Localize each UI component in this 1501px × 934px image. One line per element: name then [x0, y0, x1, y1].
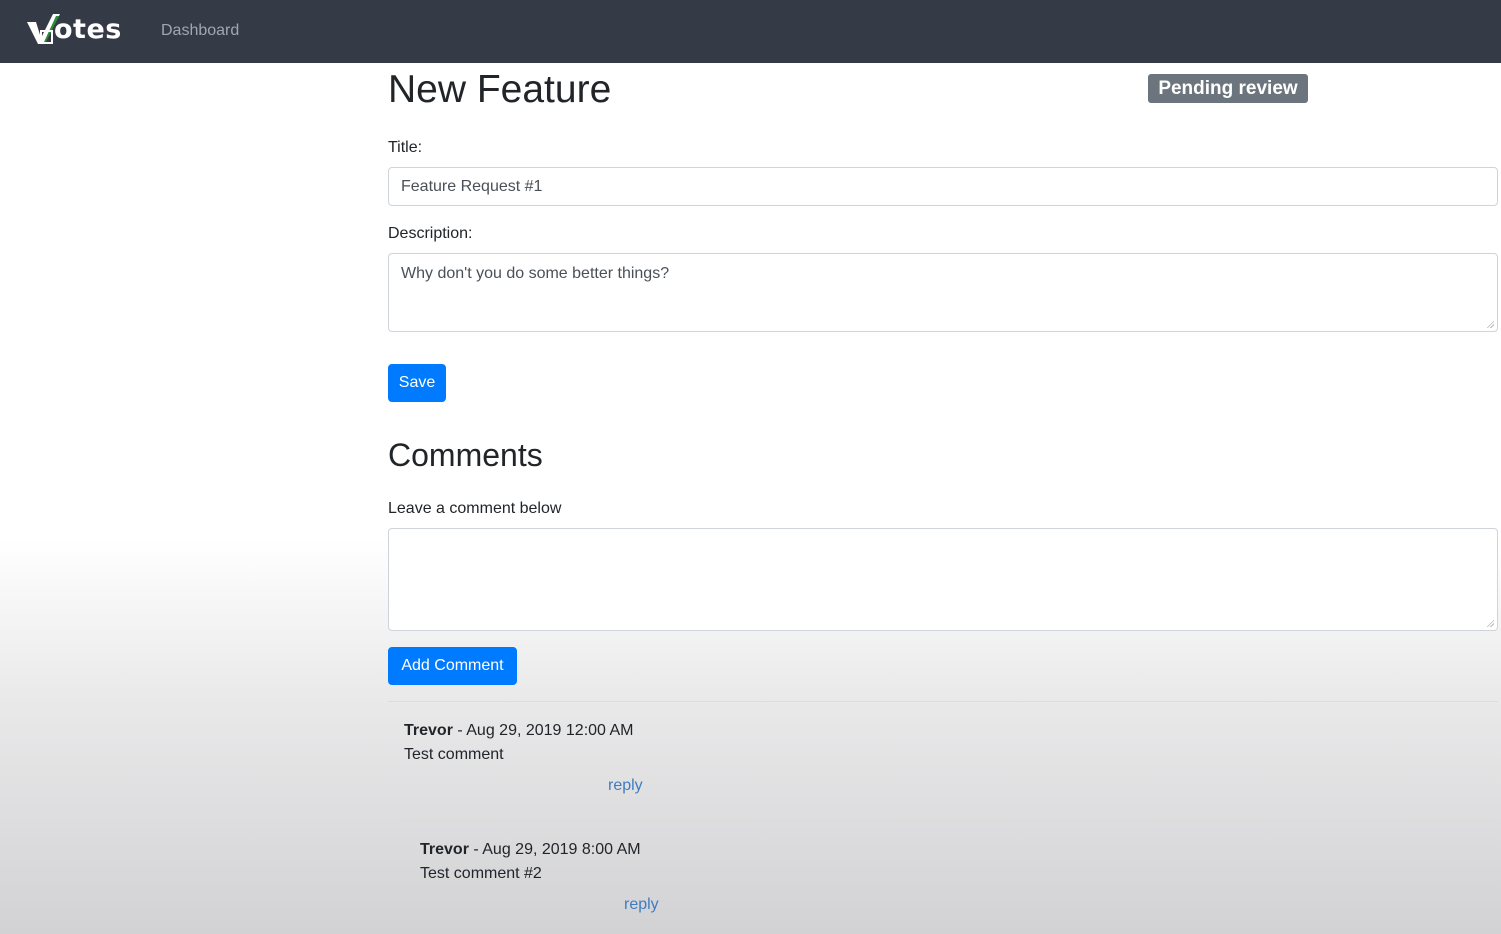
comment-header: Trevor - Aug 29, 2019 8:00 AM — [420, 841, 641, 859]
status-badge: Pending review — [1148, 74, 1308, 103]
comment-header: Trevor - Aug 29, 2019 12:00 AM — [404, 722, 634, 740]
title-label: Title: — [388, 139, 423, 156]
comment-author: Trevor — [420, 841, 469, 858]
page-title: New Feature — [388, 68, 612, 111]
brand-name: otes — [54, 14, 122, 45]
comments-heading: Comments — [388, 437, 543, 473]
brand-logo[interactable]: otes — [26, 10, 126, 50]
save-button[interactable]: Save — [388, 364, 446, 402]
divider — [388, 701, 1498, 702]
comment-prompt-label: Leave a comment below — [388, 500, 562, 517]
comment-text: Test comment #2 — [420, 865, 542, 882]
reply-link[interactable]: reply — [624, 896, 659, 914]
comment-date: - Aug 29, 2019 8:00 AM — [468, 841, 641, 858]
comment-text: Test comment — [404, 746, 504, 763]
add-comment-button[interactable]: Add Comment — [388, 647, 517, 685]
comment-date: - Aug 29, 2019 12:00 AM — [452, 722, 634, 739]
new-comment-textarea[interactable] — [388, 528, 1498, 631]
resize-handle-icon[interactable] — [1486, 619, 1494, 627]
description-text: Why don't you do some better things? — [401, 265, 670, 282]
resize-handle-icon[interactable] — [1486, 320, 1494, 328]
divider — [404, 820, 1498, 821]
reply-link[interactable]: reply — [608, 777, 643, 795]
description-label: Description: — [388, 225, 473, 242]
top-navbar: otes Dashboard — [0, 0, 1501, 63]
description-textarea[interactable]: Why don't you do some better things? — [388, 253, 1498, 332]
title-input[interactable]: Feature Request #1 — [388, 167, 1498, 206]
nav-link-dashboard[interactable]: Dashboard — [161, 22, 239, 40]
comment-author: Trevor — [404, 722, 453, 739]
